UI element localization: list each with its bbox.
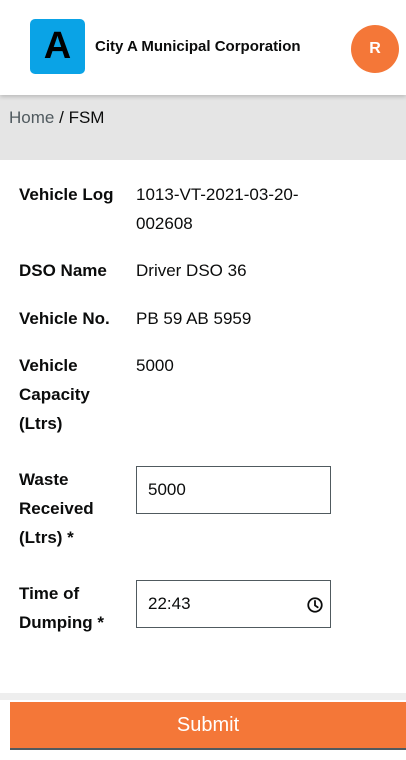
breadcrumb: Home / FSM: [9, 108, 104, 128]
clock-icon[interactable]: [306, 596, 324, 614]
time-of-dumping-input[interactable]: 22:43: [136, 580, 331, 628]
time-of-dumping-value: 22:43: [148, 594, 191, 613]
breadcrumb-separator: /: [59, 108, 64, 127]
vehicle-capacity-value: 5000: [136, 356, 174, 375]
vehicle-capacity-label: Vehicle Capacity (Ltrs): [19, 356, 90, 433]
waste-received-value: 5000: [148, 480, 186, 499]
footer-divider: [0, 693, 406, 700]
vehicle-log-label: Vehicle Log: [19, 185, 114, 204]
city-logo: A: [30, 19, 85, 74]
breadcrumb-current: FSM: [68, 108, 105, 127]
app-title: City A Municipal Corporation: [95, 38, 301, 55]
vehicle-log-value: 1013-VT-2021-03-20-002608: [136, 185, 299, 233]
waste-received-label: Waste Received (Ltrs) *: [19, 470, 94, 547]
app-header: A City A Municipal Corporation R: [0, 0, 406, 95]
time-of-dumping-label: Time of Dumping *: [19, 584, 104, 632]
submit-button[interactable]: Submit: [10, 702, 406, 750]
waste-received-input[interactable]: 5000: [136, 466, 331, 514]
user-avatar[interactable]: R: [351, 25, 399, 73]
vehicle-no-label: Vehicle No.: [19, 309, 110, 328]
breadcrumb-home-link[interactable]: Home: [9, 108, 54, 127]
dso-name-value: Driver DSO 36: [136, 261, 247, 280]
vehicle-no-value: PB 59 AB 5959: [136, 309, 252, 328]
dso-name-label: DSO Name: [19, 261, 107, 280]
